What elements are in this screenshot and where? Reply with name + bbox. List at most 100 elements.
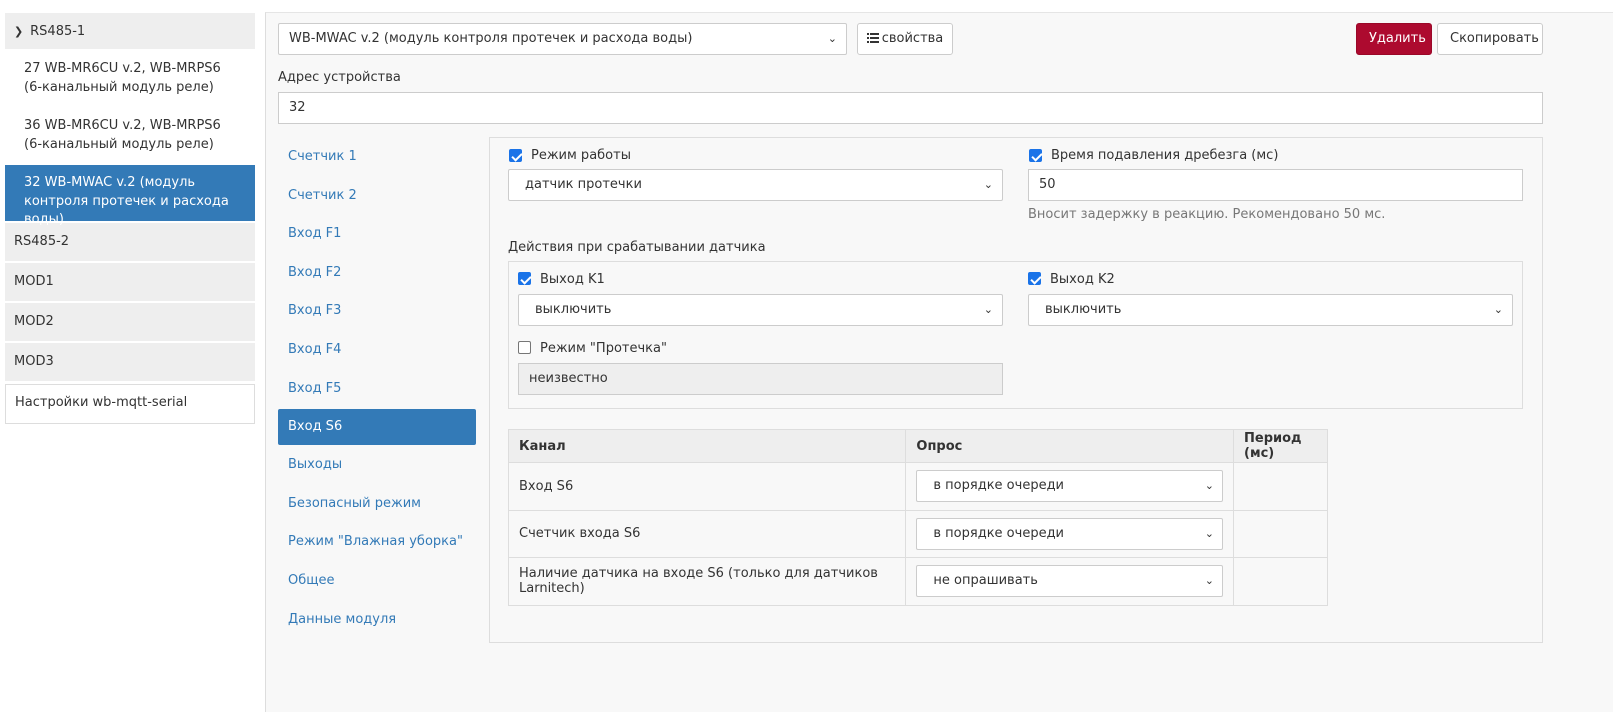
sidebar-item-settings[interactable]: Настройки wb-mqtt-serial — [5, 384, 255, 424]
mode-checkbox[interactable] — [509, 149, 522, 162]
debounce-label: Время подавления дребезга (мс) — [1051, 148, 1279, 163]
list-icon — [866, 25, 879, 43]
channel-name: Счетчик входа S6 — [507, 509, 907, 558]
poll-value: в порядке очереди — [933, 478, 1064, 494]
sidebar-group-label: RS485-1 — [30, 24, 86, 39]
tab-input-f3[interactable]: Вход F3 — [278, 292, 476, 331]
poll-cell: в порядке очереди ⌄ — [905, 462, 1235, 511]
tab-input-f5[interactable]: Вход F5 — [278, 370, 476, 409]
poll-value: в порядке очереди — [933, 525, 1064, 541]
sidebar-item-label: Настройки wb-mqtt-serial — [15, 395, 188, 410]
leak-mode-label: Режим "Протечка" — [540, 341, 667, 356]
column-header-channel: Канал — [507, 429, 907, 463]
table-header-row: Канал Опрос Период (мс) — [507, 429, 1328, 463]
tab-input-f2[interactable]: Вход F2 — [278, 254, 476, 293]
tab-safe-mode[interactable]: Безопасный режим — [278, 485, 476, 524]
tab-module-data[interactable]: Данные модуля — [278, 601, 476, 640]
leak-mode-checkbox[interactable] — [518, 341, 531, 354]
period-cell[interactable] — [1233, 557, 1328, 606]
column-header-period: Период (мс) — [1233, 429, 1328, 463]
k1-value: выключить — [535, 302, 612, 317]
sidebar-device-36[interactable]: 36 WB-MR6CU v.2, WB-MRPS6 (6-канальный м… — [5, 108, 255, 165]
tab-input-f1[interactable]: Вход F1 — [278, 215, 476, 254]
delete-button[interactable]: Удалить — [1356, 23, 1432, 55]
sidebar-device-27[interactable]: 27 WB-MR6CU v.2, WB-MRPS6 (6-канальный м… — [5, 51, 255, 108]
delete-label: Удалить — [1369, 31, 1426, 46]
table-row: Наличие датчика на входе S6 (только для … — [507, 557, 1328, 606]
leak-mode-field: неизвестно — [518, 363, 1003, 395]
channel-name: Вход S6 — [507, 462, 907, 511]
table-row: Вход S6 в порядке очереди ⌄ — [507, 462, 1328, 511]
actions-group: Выход K1 выключить ⌄ Выход K2 выключить … — [508, 261, 1523, 409]
k1-select[interactable]: выключить ⌄ — [518, 294, 1003, 326]
chevron-down-icon: ⌄ — [1204, 526, 1215, 540]
sidebar-item-label: RS485-2 — [14, 234, 70, 249]
poll-select[interactable]: в порядке очереди ⌄ — [916, 517, 1224, 550]
k2-label: Выход K2 — [1050, 272, 1115, 287]
sidebar-device-32[interactable]: 32 WB-MWAC v.2 (модуль контроля протечек… — [5, 165, 255, 227]
tab-input-s6[interactable]: Вход S6 — [278, 409, 476, 446]
device-type-value: WB-MWAC v.2 (модуль контроля протечек и … — [289, 31, 693, 46]
chevron-down-icon: ❯ — [14, 25, 24, 38]
actions-label: Действия при срабатывании датчика — [508, 240, 766, 255]
debounce-input[interactable]: 50 — [1028, 169, 1523, 201]
tab-input-f4[interactable]: Вход F4 — [278, 331, 476, 370]
poll-cell: не опрашивать ⌄ — [905, 557, 1235, 606]
sidebar-item-label: MOD3 — [14, 354, 54, 369]
mode-label: Режим работы — [531, 148, 631, 163]
sidebar-item-mod1[interactable]: MOD1 — [5, 263, 255, 303]
chevron-down-icon: ⌄ — [1493, 303, 1503, 316]
k1-label: Выход K1 — [540, 272, 605, 287]
device-editor: WB-MWAC v.2 (модуль контроля протечек и … — [265, 12, 1613, 712]
settings-tabs: Счетчик 1 Счетчик 2 Вход F1 Вход F2 Вход… — [278, 138, 476, 639]
properties-button[interactable]: свойства — [857, 23, 953, 55]
poll-select[interactable]: в порядке очереди ⌄ — [916, 470, 1224, 503]
copy-label: Скопировать — [1450, 31, 1539, 46]
tab-outputs[interactable]: Выходы — [278, 446, 476, 485]
address-value: 32 — [289, 100, 306, 115]
table-row: Счетчик входа S6 в порядке очереди ⌄ — [507, 509, 1328, 558]
sidebar-group-rs485-1[interactable]: ❯ RS485-1 — [5, 13, 255, 51]
mode-select[interactable]: датчик протечки ⌄ — [508, 169, 1003, 201]
k2-checkbox[interactable] — [1028, 272, 1041, 285]
channels-table: Канал Опрос Период (мс) Вход S6 в порядк… — [507, 429, 1328, 606]
sidebar-item-mod3[interactable]: MOD3 — [5, 343, 255, 383]
chevron-down-icon: ⌄ — [983, 178, 993, 191]
k2-select[interactable]: выключить ⌄ — [1028, 294, 1513, 326]
poll-select[interactable]: не опрашивать ⌄ — [916, 565, 1224, 598]
mode-value: датчик протечки — [525, 177, 642, 192]
input-s6-settings: Режим работы датчик протечки ⌄ Время под… — [489, 137, 1543, 643]
chevron-down-icon: ⌄ — [983, 303, 993, 316]
debounce-value: 50 — [1039, 177, 1056, 192]
leak-mode-value: неизвестно — [529, 371, 608, 386]
poll-value: не опрашивать — [933, 573, 1038, 589]
sidebar-device-label: 36 WB-MR6CU v.2, WB-MRPS6 (6-канальный м… — [24, 118, 221, 152]
sidebar-device-label: 32 WB-MWAC v.2 (модуль контроля протечек… — [24, 175, 229, 227]
sidebar: ❯ RS485-1 27 WB-MR6CU v.2, WB-MRPS6 (6-к… — [5, 13, 255, 424]
properties-label: свойства — [881, 31, 944, 46]
k2-value: выключить — [1045, 302, 1122, 317]
chevron-down-icon: ⌄ — [1204, 479, 1215, 493]
poll-cell: в порядке очереди ⌄ — [905, 509, 1235, 558]
chevron-down-icon: ⌄ — [1204, 574, 1215, 588]
channel-name: Наличие датчика на входе S6 (только для … — [507, 557, 907, 606]
sidebar-item-label: MOD1 — [14, 274, 54, 289]
k1-checkbox[interactable] — [518, 272, 531, 285]
tab-general[interactable]: Общее — [278, 562, 476, 601]
chevron-down-icon: ⌄ — [827, 32, 837, 45]
tab-wet-cleaning[interactable]: Режим "Влажная уборка" — [278, 523, 476, 562]
period-cell[interactable] — [1233, 462, 1328, 511]
debounce-checkbox[interactable] — [1029, 149, 1042, 162]
copy-button[interactable]: Скопировать — [1437, 23, 1543, 55]
tab-counter-2[interactable]: Счетчик 2 — [278, 177, 476, 216]
sidebar-item-mod2[interactable]: MOD2 — [5, 303, 255, 343]
sidebar-device-label: 27 WB-MR6CU v.2, WB-MRPS6 (6-канальный м… — [24, 61, 221, 95]
sidebar-item-label: MOD2 — [14, 314, 54, 329]
tab-counter-1[interactable]: Счетчик 1 — [278, 138, 476, 177]
address-label: Адрес устройства — [278, 70, 401, 85]
column-header-poll: Опрос — [905, 429, 1235, 463]
address-input[interactable]: 32 — [278, 92, 1543, 124]
device-type-select[interactable]: WB-MWAC v.2 (модуль контроля протечек и … — [278, 23, 847, 55]
debounce-help: Вносит задержку в реакцию. Рекомендовано… — [1028, 207, 1386, 222]
period-cell[interactable] — [1233, 509, 1328, 558]
